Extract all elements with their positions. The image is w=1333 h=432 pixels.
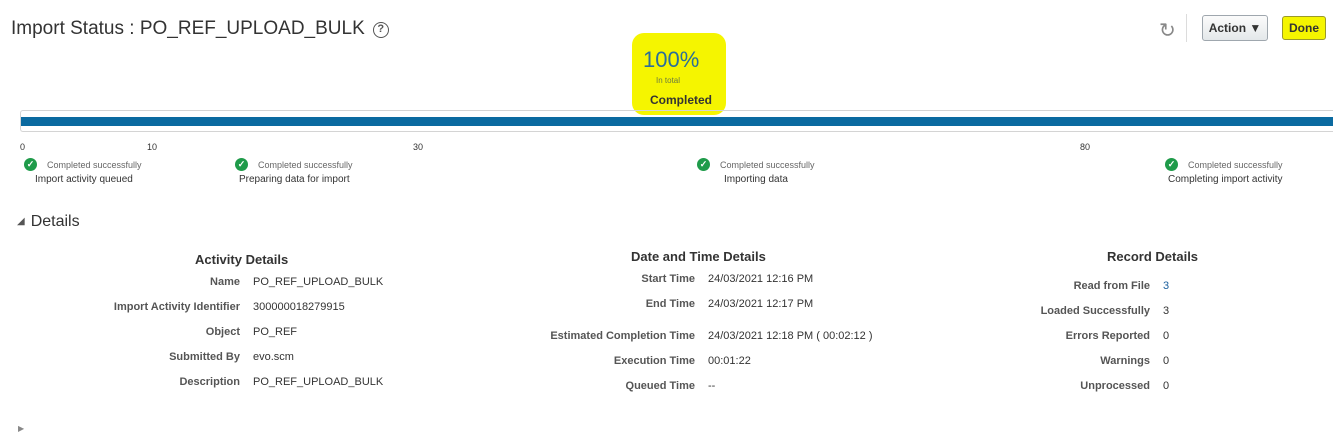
progress-tick: 10: [147, 142, 158, 152]
milestone-label: Completing import activity: [1168, 174, 1283, 185]
field-label: End Time: [645, 298, 695, 310]
collapse-triangle-icon: ◢: [17, 216, 25, 227]
progress-in-total-label: In total: [656, 76, 681, 85]
field-value: 0: [1163, 355, 1170, 367]
progress-bar-fill: [21, 117, 1333, 126]
field-label: Errors Reported: [1065, 330, 1150, 342]
field-value: 24/03/2021 12:16 PM: [708, 273, 814, 285]
field-label: Loaded Successfully: [1040, 305, 1150, 317]
field-label: Warnings: [1100, 355, 1150, 367]
field-label: Import Activity Identifier: [113, 301, 240, 313]
activity-details-title: Activity Details: [195, 252, 289, 267]
field-label: Start Time: [641, 273, 695, 285]
progress-tick: 80: [1080, 142, 1091, 152]
field-value: 3: [1163, 305, 1170, 317]
milestone-label: Import activity queued: [35, 174, 133, 185]
field-value: PO_REF: [253, 326, 298, 338]
milestone-status: Completed successfully: [258, 160, 353, 170]
field-value: 00:01:22: [708, 355, 751, 367]
field-value: 24/03/2021 12:18 PM ( 00:02:12 ): [708, 330, 873, 342]
check-circle-icon: ✓: [697, 158, 710, 171]
help-icon[interactable]: ?: [372, 22, 389, 38]
field-label: Estimated Completion Time: [550, 330, 695, 342]
field-value: PO_REF_UPLOAD_BULK: [253, 276, 384, 288]
field-value: 24/03/2021 12:17 PM: [708, 298, 814, 310]
check-circle-icon: ✓: [24, 158, 37, 171]
datetime-details-title: Date and Time Details: [631, 249, 766, 264]
field-label: Description: [179, 376, 240, 388]
field-value: 0: [1163, 380, 1170, 392]
progress-tick: 30: [413, 142, 424, 152]
toolbar-divider: [1186, 14, 1187, 42]
field-label: Name: [210, 276, 240, 288]
milestone-label: Importing data: [724, 174, 788, 185]
action-menu-button[interactable]: Action ▼: [1202, 15, 1268, 41]
field-value: evo.scm: [253, 351, 294, 363]
details-disclosure[interactable]: ◢ Details: [17, 213, 80, 231]
field-label: Submitted By: [169, 351, 240, 363]
page-title: Import Status : PO_REF_UPLOAD_BULK?: [11, 18, 389, 40]
details-label: Details: [30, 213, 80, 230]
field-value: 0: [1163, 330, 1170, 342]
milestone-status: Completed successfully: [47, 160, 142, 170]
field-value: 300000018279915: [253, 301, 345, 313]
refresh-icon[interactable]: ↻: [1159, 21, 1179, 41]
read-from-file-link[interactable]: 3: [1163, 280, 1169, 292]
record-details-title: Record Details: [1107, 249, 1199, 264]
progress-status: Completed: [650, 93, 713, 107]
field-label: Object: [205, 326, 240, 338]
field-value: PO_REF_UPLOAD_BULK: [253, 376, 384, 388]
done-button[interactable]: Done: [1282, 16, 1326, 40]
field-label: Queued Time: [625, 380, 695, 392]
page-title-text: Import Status : PO_REF_UPLOAD_BULK: [11, 18, 365, 39]
progress-percent: 100%: [643, 47, 700, 72]
field-label: Execution Time: [613, 355, 695, 367]
milestone-status: Completed successfully: [720, 160, 815, 170]
field-label: Unprocessed: [1080, 380, 1150, 392]
progress-tick: 0: [20, 142, 26, 152]
milestone-status: Completed successfully: [1188, 160, 1283, 170]
expand-triangle-icon[interactable]: ▶: [18, 424, 24, 432]
check-circle-icon: ✓: [235, 158, 248, 171]
milestone-label: Preparing data for import: [239, 174, 350, 185]
field-label: Read from File: [1073, 280, 1150, 292]
check-circle-icon: ✓: [1165, 158, 1178, 171]
field-value: --: [708, 380, 716, 392]
